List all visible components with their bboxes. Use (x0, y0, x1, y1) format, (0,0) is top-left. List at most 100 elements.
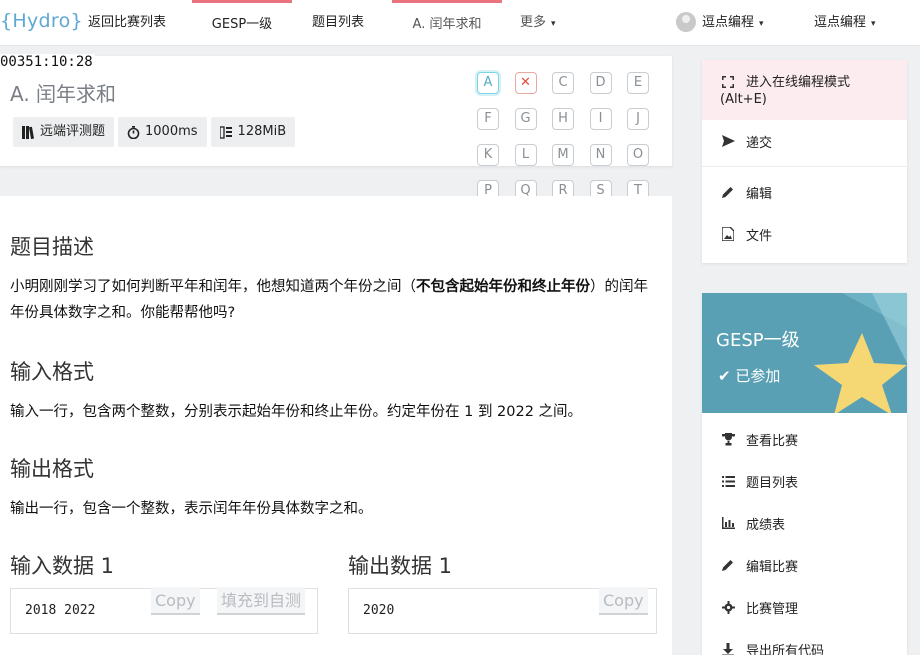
problem-letter-m[interactable]: M (552, 144, 574, 166)
copy-input-button[interactable]: Copy (151, 587, 200, 615)
files-label: 文件 (746, 228, 773, 244)
user-name: 逗点编程 (702, 15, 755, 30)
scoreboard-label: 成绩表 (746, 517, 786, 533)
joined-label: 已参加 (735, 367, 781, 385)
problem-title: A. 闰年求和 (10, 82, 117, 106)
send-icon (720, 133, 736, 149)
avatar (676, 11, 696, 32)
bar-chart-icon (720, 515, 736, 531)
description-bold: 不包含起始年份和终止年份 (416, 279, 590, 295)
problem-letter-n[interactable]: N (589, 144, 612, 166)
problem-letter-c[interactable]: C (552, 72, 574, 94)
contest-title: GESP一级 (716, 330, 800, 351)
input-format-heading: 输入格式 (10, 360, 94, 384)
contest-manage-link[interactable]: 比赛管理 (702, 586, 907, 628)
divider (702, 166, 907, 167)
expand-icon (720, 74, 736, 90)
language-label: 逗点编程 (814, 15, 867, 30)
problem-tags: 远端评测题 1000ms 128MiB (13, 117, 296, 147)
problem-letter-f[interactable]: F (477, 108, 499, 130)
problem-letter-a[interactable]: A (477, 72, 499, 94)
star-illustration (814, 293, 907, 413)
chevron-down-icon: ▾ (551, 19, 556, 29)
pencil-icon (720, 184, 736, 200)
cross-icon: ✕ (520, 75, 531, 90)
top-navbar: {Hydro} 返回比赛列表 GESP一级 题目列表 A. 闰年求和 更多 ▾ 逗… (0, 0, 920, 46)
contest-manage-label: 比赛管理 (746, 601, 799, 617)
trophy-icon (720, 431, 736, 447)
stopwatch-icon (127, 125, 140, 139)
export-code-label: 导出所有代码 (746, 643, 825, 655)
memory-limit-label: 128MiB (237, 124, 287, 139)
sample-input-box: 2018 2022 Copy 填充到自测 (10, 587, 318, 634)
chevron-down-icon: ▾ (871, 19, 876, 29)
nav-problem-list[interactable]: 题目列表 (300, 0, 376, 46)
problem-letter-i[interactable]: I (589, 108, 612, 130)
output-format-text: 输出一行，包含一个整数，表示闰年年份具体数字之和。 (10, 501, 373, 517)
problem-letter-l[interactable]: L (514, 144, 537, 166)
sample-input-code: 2018 2022 (25, 603, 96, 618)
scoreboard-link[interactable]: 成绩表 (702, 502, 907, 544)
problem-content-card: 题目描述 小明刚刚学习了如何判断平年和闰年，他想知道两个年份之间（不包含起始年份… (0, 196, 672, 655)
problem-letter-g[interactable]: G (514, 108, 537, 130)
contest-problems-label: 题目列表 (746, 475, 799, 491)
contest-banner: GESP一级 ✔ 已参加 (702, 293, 907, 413)
problem-letter-b[interactable]: ✕ (514, 72, 537, 94)
nav-back-to-contests[interactable]: 返回比赛列表 (76, 0, 178, 46)
view-contest-link[interactable]: 查看比赛 (702, 418, 907, 460)
enter-ide-button[interactable]: 进入在线编程模式 (Alt+E) (702, 60, 907, 120)
language-menu[interactable]: 逗点编程 ▾ (802, 0, 888, 46)
output-format-heading: 输出格式 (10, 457, 94, 481)
problem-letter-j[interactable]: J (627, 108, 649, 130)
edit-contest-link[interactable]: 编辑比赛 (702, 544, 907, 586)
submit-button[interactable]: 递交 (702, 120, 907, 162)
description-text: 小明刚刚学习了如何判断平年和闰年，他想知道两个年份之间（不包含起始年份和终止年份… (10, 274, 650, 326)
problem-letter-d[interactable]: D (589, 72, 612, 94)
problem-actions-card: 进入在线编程模式 (Alt+E) 递交 编辑 文件 (702, 60, 907, 263)
edit-label: 编辑 (746, 186, 773, 202)
description-heading: 题目描述 (10, 235, 94, 259)
edit-problem-button[interactable]: 编辑 (702, 171, 907, 213)
contest-timer: 00351:10:28 (0, 54, 95, 70)
time-limit-tag: 1000ms (118, 117, 207, 147)
hydro-logo[interactable]: {Hydro} (0, 10, 83, 32)
sample-output-heading: 输出数据 1 (348, 554, 453, 578)
enter-ide-shortcut: (Alt+E) (720, 92, 767, 107)
nav-more-dropdown[interactable]: 更多 ▾ (508, 0, 568, 46)
judge-type-tag: 远端评测题 (13, 117, 115, 147)
memory-icon (219, 125, 232, 139)
download-icon (720, 641, 736, 655)
problem-letter-h[interactable]: H (552, 108, 574, 130)
time-limit-label: 1000ms (145, 124, 198, 139)
problem-letter-e[interactable]: E (627, 72, 649, 94)
user-menu[interactable]: 逗点编程 ▾ (664, 0, 776, 46)
problem-letter-k[interactable]: K (477, 144, 499, 166)
judge-type-label: 远端评测题 (40, 124, 106, 139)
memory-limit-tag: 128MiB (210, 117, 296, 147)
joined-status: ✔ 已参加 (718, 365, 780, 386)
submit-label: 递交 (746, 135, 773, 151)
sample-output-box: 2020 Copy (348, 587, 657, 634)
description-part-1: 小明刚刚学习了如何判断平年和闰年，他想知道两个年份之间（ (10, 279, 416, 295)
nav-current-problem[interactable]: A. 闰年求和 (392, 0, 502, 46)
list-icon (720, 473, 736, 489)
contest-problems-link[interactable]: 题目列表 (702, 460, 907, 502)
chevron-down-icon: ▾ (759, 19, 764, 29)
image-file-icon (720, 226, 736, 242)
contest-card: GESP一级 ✔ 已参加 查看比赛 题目列表 成绩表 编辑比赛 比赛管理 导出所… (702, 293, 907, 655)
check-icon: ✔ (718, 367, 731, 385)
copy-output-button[interactable]: Copy (599, 587, 648, 615)
book-icon (22, 125, 35, 139)
nav-contest-gesp1[interactable]: GESP一级 (192, 0, 292, 46)
problem-letter-o[interactable]: O (627, 144, 649, 166)
input-format-text: 输入一行，包含两个整数，分别表示起始年份和终止年份。约定年份在 1 到 2022… (10, 404, 583, 420)
sample-output-code: 2020 (363, 603, 395, 618)
pencil-icon (720, 557, 736, 573)
gear-icon (720, 599, 736, 615)
export-code-link[interactable]: 导出所有代码 (702, 628, 907, 655)
edit-contest-label: 编辑比赛 (746, 559, 799, 575)
fill-to-selftest-button[interactable]: 填充到自测 (217, 587, 306, 615)
sample-input-heading: 输入数据 1 (10, 554, 115, 578)
files-button[interactable]: 文件 (702, 213, 907, 255)
enter-ide-label: 进入在线编程模式 (746, 75, 851, 90)
